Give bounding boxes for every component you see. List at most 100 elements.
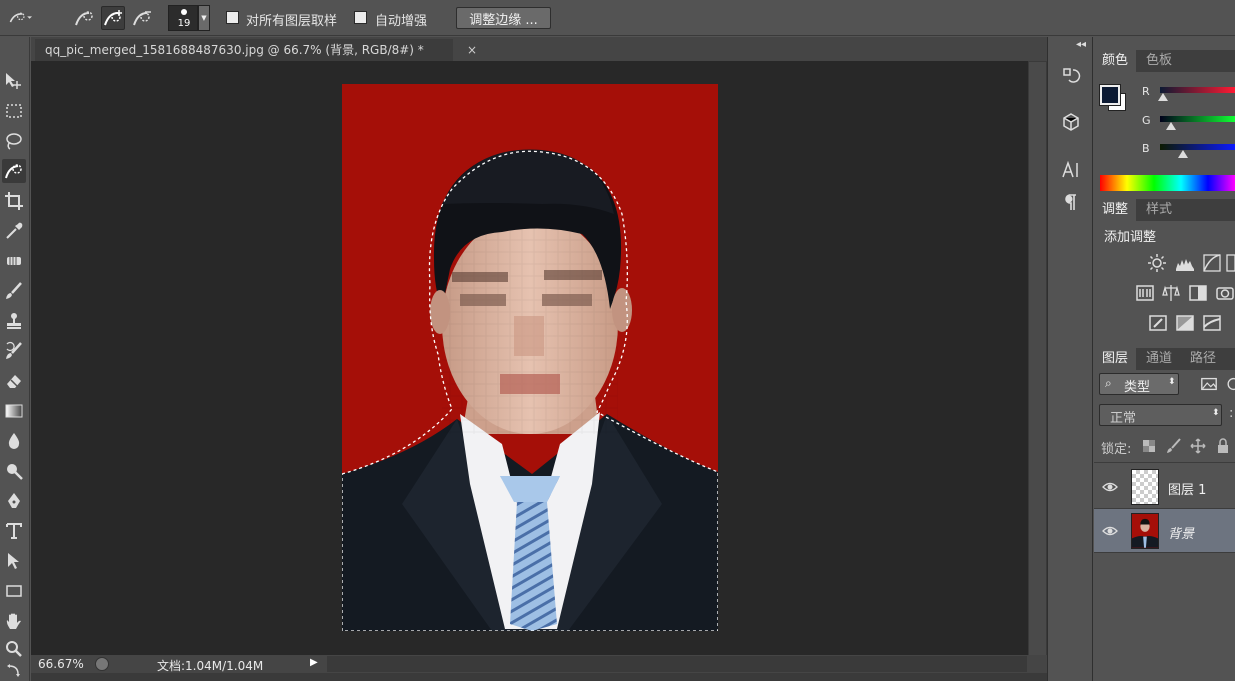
path-selection-tool-icon[interactable] — [2, 549, 26, 573]
eyedropper-tool-icon[interactable] — [2, 219, 26, 243]
status-info-icon[interactable] — [95, 657, 109, 671]
character-panel-icon[interactable] — [1058, 157, 1084, 183]
lock-image-pixels-icon[interactable] — [1166, 438, 1182, 454]
rectangular-marquee-tool-icon[interactable] — [2, 99, 26, 123]
layer-row-background[interactable]: 背景 — [1094, 509, 1235, 553]
foreground-color-swatch[interactable] — [1099, 84, 1121, 106]
move-tool-icon[interactable] — [2, 69, 26, 93]
left-eye — [460, 294, 506, 306]
select-updown-icon: ⬍ — [1168, 377, 1176, 387]
pen-tool-icon[interactable] — [2, 489, 26, 513]
options-bar: 19 ▼ 对所有图层取样 自动增强 调整边缘 ... — [0, 0, 1235, 36]
green-slider-thumb[interactable] — [1166, 122, 1176, 130]
blend-mode-select[interactable]: 正常 ⬍ — [1099, 404, 1222, 426]
blur-tool-icon[interactable] — [2, 429, 26, 453]
sample-all-layers-checkbox[interactable] — [226, 11, 239, 24]
subtract-from-selection-mode-icon[interactable] — [130, 6, 154, 30]
paragraph-panel-icon[interactable] — [1058, 189, 1084, 215]
hand-tool-icon[interactable] — [2, 609, 26, 633]
tab-paths[interactable]: 路径 — [1182, 348, 1224, 370]
tab-color[interactable]: 颜色 — [1094, 50, 1137, 72]
red-slider-thumb[interactable] — [1158, 93, 1168, 101]
levels-icon[interactable] — [1175, 253, 1195, 273]
black-white-icon[interactable] — [1188, 283, 1208, 303]
vertical-scrollbar[interactable] — [1028, 61, 1047, 656]
quick-selection-tool-preset-icon[interactable] — [8, 6, 32, 30]
vibrance-icon[interactable] — [1135, 283, 1155, 303]
auto-enhance-label: 自动增强 — [375, 14, 428, 29]
tools-panel — [0, 37, 30, 681]
auto-enhance-checkbox[interactable] — [354, 11, 367, 24]
refine-edge-button[interactable]: 调整边缘 ... — [456, 7, 551, 29]
lock-position-icon[interactable] — [1190, 438, 1206, 454]
layer-filter-kind-select[interactable]: ⌕ 类型 ⬍ — [1099, 373, 1179, 395]
invert-icon[interactable] — [1148, 313, 1168, 333]
brush-size-picker[interactable]: 19 — [168, 5, 198, 31]
quick-selection-tool-icon[interactable] — [2, 159, 26, 183]
canvas-area[interactable] — [31, 61, 1028, 655]
history-panel-icon[interactable] — [1058, 63, 1084, 89]
brightness-contrast-icon[interactable] — [1147, 253, 1167, 273]
adjustment-layer-filter-icon[interactable] — [1224, 375, 1235, 393]
right-eye — [542, 294, 592, 306]
brush-tool-icon[interactable] — [2, 279, 26, 303]
lock-all-icon[interactable] — [1216, 438, 1230, 454]
collapsed-panels-dock: ◂◂ — [1047, 37, 1093, 681]
3d-panel-icon[interactable] — [1058, 109, 1084, 135]
add-adjustment-heading: 添加调整 — [1104, 230, 1157, 245]
photo-canvas[interactable] — [342, 84, 718, 631]
tab-layers[interactable]: 图层 — [1094, 348, 1137, 370]
eraser-tool-icon[interactable] — [2, 369, 26, 393]
layer-name: 背景 — [1168, 527, 1195, 542]
exposure-icon[interactable] — [1226, 253, 1235, 273]
spot-healing-brush-tool-icon[interactable] — [2, 249, 26, 273]
search-icon: ⌕ — [1105, 376, 1112, 390]
type-tool-icon[interactable] — [2, 519, 26, 543]
document-size: 文档:1.04M/1.04M — [157, 659, 264, 673]
blue-channel-slider[interactable] — [1160, 144, 1235, 150]
blue-channel-label: B — [1142, 142, 1150, 155]
vertical-scrollbar-thumb[interactable] — [1029, 62, 1046, 656]
status-menu-arrow-icon[interactable]: ▶ — [310, 657, 322, 671]
brush-size-value: 19 — [177, 18, 191, 29]
dodge-tool-icon[interactable] — [2, 459, 26, 483]
opacity-label-truncated: : — [1229, 406, 1234, 421]
color-balance-icon[interactable] — [1161, 283, 1181, 303]
lock-transparent-pixels-icon[interactable] — [1142, 439, 1156, 453]
clone-stamp-tool-icon[interactable] — [2, 309, 26, 333]
green-channel-label: G — [1142, 114, 1151, 127]
gradient-tool-icon[interactable] — [2, 399, 26, 423]
rectangle-shape-tool-icon[interactable] — [2, 579, 26, 603]
lasso-tool-icon[interactable] — [2, 129, 26, 153]
tab-styles[interactable]: 样式 — [1138, 199, 1180, 221]
image-layer-filter-icon[interactable] — [1200, 375, 1218, 393]
posterize-icon[interactable] — [1175, 313, 1195, 333]
red-channel-slider[interactable] — [1160, 87, 1235, 93]
zoom-tool-icon[interactable] — [2, 637, 26, 661]
new-selection-mode-icon[interactable] — [72, 6, 96, 30]
tab-channels[interactable]: 通道 — [1138, 348, 1180, 370]
blue-slider-thumb[interactable] — [1178, 150, 1188, 158]
crop-tool-icon[interactable] — [2, 189, 26, 213]
blend-mode-value: 正常 — [1110, 411, 1137, 426]
layer-visibility-eye-icon[interactable] — [1102, 479, 1118, 495]
zoom-level[interactable]: 66.67% — [38, 657, 84, 671]
horizontal-scrollbar[interactable] — [327, 656, 1027, 672]
add-to-selection-mode-icon[interactable] — [101, 6, 125, 30]
layer-row-layer-1[interactable]: 图层 1 — [1094, 465, 1235, 509]
tab-adjustments[interactable]: 调整 — [1094, 199, 1137, 221]
close-document-icon[interactable]: × — [467, 39, 477, 61]
history-brush-tool-icon[interactable] — [2, 339, 26, 363]
tab-swatches[interactable]: 色板 — [1138, 50, 1180, 72]
collapse-dock-icon[interactable]: ◂◂ — [1076, 39, 1086, 50]
document-tab[interactable]: qq_pic_merged_1581688487630.jpg @ 66.7% … — [35, 39, 453, 61]
photo-filter-icon[interactable] — [1215, 283, 1235, 303]
color-spectrum-bar[interactable] — [1100, 175, 1235, 191]
curves-icon[interactable] — [1202, 253, 1222, 273]
swap-colors-icon[interactable] — [2, 663, 26, 677]
brush-dropdown-arrow-icon[interactable]: ▼ — [198, 5, 210, 31]
layer-visibility-eye-icon[interactable] — [1102, 523, 1118, 539]
red-channel-label: R — [1142, 85, 1150, 98]
threshold-icon[interactable] — [1202, 313, 1222, 333]
mouth — [500, 374, 560, 394]
